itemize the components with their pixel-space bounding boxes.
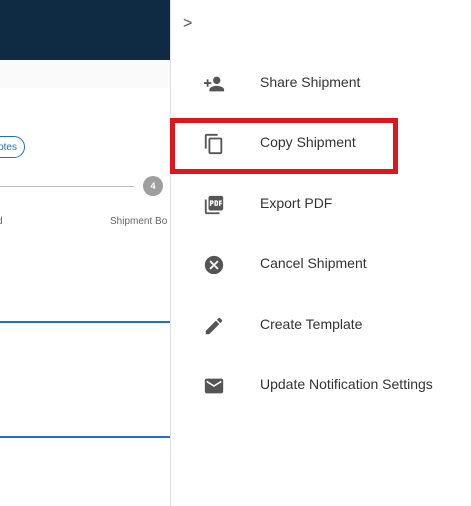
menu-item-label: Copy Shipment	[260, 134, 356, 150]
notes-button[interactable]: otes	[0, 136, 25, 158]
progress-step-4[interactable]: 4	[143, 176, 163, 196]
menu-item-label: Update Notification Settings	[260, 376, 433, 392]
shipment-actions-drawer: > Share Shipment Copy Shipment Export PD…	[170, 0, 471, 506]
menu-item-copy-shipment[interactable]: Copy Shipment	[171, 123, 471, 163]
section-divider	[0, 321, 171, 323]
pdf-icon	[203, 194, 225, 216]
menu-item-label: Share Shipment	[260, 74, 361, 90]
menu-item-label: Cancel Shipment	[260, 255, 367, 271]
background-page: otes 4 d Shipment Bo	[0, 0, 171, 506]
app-header-bar	[0, 0, 171, 60]
menu-item-create-template[interactable]: Create Template	[171, 305, 471, 345]
menu-item-label: Export PDF	[260, 195, 333, 211]
subheader-strip	[0, 60, 171, 88]
pencil-icon	[203, 315, 225, 337]
chevron-right-icon[interactable]: >	[183, 14, 199, 34]
menu-item-share-shipment[interactable]: Share Shipment	[171, 63, 471, 103]
envelope-icon	[203, 375, 225, 397]
progress-step-label-shipment-book: Shipment Bo	[110, 216, 168, 227]
menu-item-update-notification-settings[interactable]: Update Notification Settings	[171, 365, 471, 405]
section-divider	[0, 436, 171, 438]
progress-step-label-left: d	[0, 216, 3, 227]
cancel-icon	[203, 254, 225, 276]
copy-icon	[203, 133, 225, 155]
menu-item-label: Create Template	[260, 316, 363, 332]
menu-item-cancel-shipment[interactable]: Cancel Shipment	[171, 244, 471, 284]
menu-item-export-pdf[interactable]: Export PDF	[171, 184, 471, 224]
person-add-icon	[203, 73, 225, 95]
progress-step-line	[0, 186, 134, 187]
